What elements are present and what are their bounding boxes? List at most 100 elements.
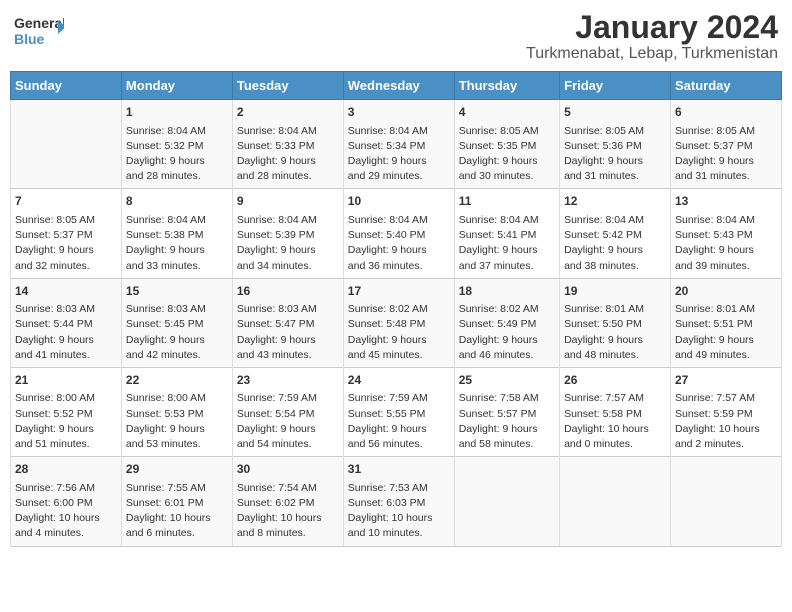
calendar-header: SundayMondayTuesdayWednesdayThursdayFrid…: [11, 72, 782, 100]
day-number: 16: [237, 283, 339, 300]
calendar-cell: 16 Sunrise: 8:03 AM Sunset: 5:47 PM Dayli…: [232, 278, 343, 367]
day-number: 30: [237, 461, 339, 478]
calendar-cell: 27Sunrise: 7:57 AM Sunset: 5:59 PM Dayli…: [671, 367, 782, 456]
day-info: Sunrise: 8:04 AM Sunset: 5:43 PM Dayligh…: [675, 213, 777, 274]
calendar-cell: 31 Sunrise: 7:53 AM Sunset: 6:03 PM Dayli…: [343, 457, 454, 546]
day-number: 29: [126, 461, 228, 478]
day-number: 31: [348, 461, 450, 478]
day-info: Sunrise: 8:05 AM Sunset: 5:37 PM Dayligh…: [675, 124, 777, 185]
calendar-cell: 6 Sunrise: 8:05 AM Sunset: 5:37 PM Daylig…: [671, 100, 782, 189]
day-number: 10: [348, 193, 450, 210]
calendar-week-2: 7Sunrise: 8:05 AM Sunset: 5:37 PM Daylig…: [11, 189, 782, 278]
header-saturday: Saturday: [671, 72, 782, 100]
calendar-cell: 10 Sunrise: 8:04 AM Sunset: 5:40 PM Dayli…: [343, 189, 454, 278]
calendar-cell: 22Sunrise: 8:00 AM Sunset: 5:53 PM Dayli…: [121, 367, 232, 456]
day-number: 15: [126, 283, 228, 300]
day-number: 14: [15, 283, 117, 300]
day-number: 9: [237, 193, 339, 210]
header-monday: Monday: [121, 72, 232, 100]
header-tuesday: Tuesday: [232, 72, 343, 100]
page-title: January 2024: [526, 10, 778, 45]
svg-text:General: General: [14, 15, 64, 31]
day-number: 2: [237, 104, 339, 121]
day-info: Sunrise: 8:03 AM Sunset: 5:47 PM Dayligh…: [237, 302, 339, 363]
day-info: Sunrise: 8:04 AM Sunset: 5:32 PM Dayligh…: [126, 124, 228, 185]
day-info: Sunrise: 8:05 AM Sunset: 5:35 PM Dayligh…: [459, 124, 555, 185]
day-info: Sunrise: 7:59 AM Sunset: 5:54 PM Dayligh…: [237, 391, 339, 452]
calendar-cell: [11, 100, 122, 189]
calendar-cell: [671, 457, 782, 546]
calendar-week-4: 21Sunrise: 8:00 AM Sunset: 5:52 PM Dayli…: [11, 367, 782, 456]
day-number: 18: [459, 283, 555, 300]
calendar-cell: 12 Sunrise: 8:04 AM Sunset: 5:42 PM Dayli…: [560, 189, 671, 278]
day-number: 6: [675, 104, 777, 121]
calendar-cell: 19Sunrise: 8:01 AM Sunset: 5:50 PM Dayli…: [560, 278, 671, 367]
day-info: Sunrise: 8:03 AM Sunset: 5:45 PM Dayligh…: [126, 302, 228, 363]
logo: General Blue: [14, 10, 64, 54]
calendar-cell: 25 Sunrise: 7:58 AM Sunset: 5:57 PM Dayli…: [454, 367, 559, 456]
day-number: 20: [675, 283, 777, 300]
calendar-cell: 11 Sunrise: 8:04 AM Sunset: 5:41 PM Dayli…: [454, 189, 559, 278]
day-info: Sunrise: 7:56 AM Sunset: 6:00 PM Dayligh…: [15, 481, 117, 542]
day-number: 8: [126, 193, 228, 210]
title-block: January 2024 Turkmenabat, Lebap, Turkmen…: [526, 10, 778, 63]
day-info: Sunrise: 8:04 AM Sunset: 5:34 PM Dayligh…: [348, 124, 450, 185]
day-number: 12: [564, 193, 666, 210]
calendar-cell: 13 Sunrise: 8:04 AM Sunset: 5:43 PM Dayli…: [671, 189, 782, 278]
day-info: Sunrise: 7:55 AM Sunset: 6:01 PM Dayligh…: [126, 481, 228, 542]
calendar-cell: [454, 457, 559, 546]
calendar-cell: 14 Sunrise: 8:03 AM Sunset: 5:44 PM Dayli…: [11, 278, 122, 367]
calendar-cell: 30Sunrise: 7:54 AM Sunset: 6:02 PM Dayli…: [232, 457, 343, 546]
day-number: 4: [459, 104, 555, 121]
day-number: 19: [564, 283, 666, 300]
day-number: 11: [459, 193, 555, 210]
svg-text:Blue: Blue: [14, 31, 45, 47]
day-info: Sunrise: 8:02 AM Sunset: 5:48 PM Dayligh…: [348, 302, 450, 363]
day-info: Sunrise: 8:00 AM Sunset: 5:53 PM Dayligh…: [126, 391, 228, 452]
day-number: 23: [237, 372, 339, 389]
calendar-cell: 9 Sunrise: 8:04 AM Sunset: 5:39 PM Daylig…: [232, 189, 343, 278]
calendar-cell: 17 Sunrise: 8:02 AM Sunset: 5:48 PM Dayli…: [343, 278, 454, 367]
logo-svg: General Blue: [14, 10, 64, 54]
day-number: 17: [348, 283, 450, 300]
calendar-week-5: 28Sunrise: 7:56 AM Sunset: 6:00 PM Dayli…: [11, 457, 782, 546]
day-info: Sunrise: 8:02 AM Sunset: 5:49 PM Dayligh…: [459, 302, 555, 363]
calendar-cell: 26Sunrise: 7:57 AM Sunset: 5:58 PM Dayli…: [560, 367, 671, 456]
calendar-cell: 23 Sunrise: 7:59 AM Sunset: 5:54 PM Dayli…: [232, 367, 343, 456]
day-info: Sunrise: 8:04 AM Sunset: 5:42 PM Dayligh…: [564, 213, 666, 274]
day-info: Sunrise: 8:04 AM Sunset: 5:41 PM Dayligh…: [459, 213, 555, 274]
day-info: Sunrise: 7:58 AM Sunset: 5:57 PM Dayligh…: [459, 391, 555, 452]
calendar-cell: 8 Sunrise: 8:04 AM Sunset: 5:38 PM Daylig…: [121, 189, 232, 278]
calendar-cell: 24 Sunrise: 7:59 AM Sunset: 5:55 PM Dayli…: [343, 367, 454, 456]
calendar-week-3: 14 Sunrise: 8:03 AM Sunset: 5:44 PM Dayli…: [11, 278, 782, 367]
calendar-cell: 4 Sunrise: 8:05 AM Sunset: 5:35 PM Daylig…: [454, 100, 559, 189]
calendar-cell: 28Sunrise: 7:56 AM Sunset: 6:00 PM Dayli…: [11, 457, 122, 546]
calendar-cell: 2 Sunrise: 8:04 AM Sunset: 5:33 PM Daylig…: [232, 100, 343, 189]
day-info: Sunrise: 8:04 AM Sunset: 5:38 PM Dayligh…: [126, 213, 228, 274]
day-number: 21: [15, 372, 117, 389]
page-header: General Blue January 2024 Turkmenabat, L…: [10, 10, 782, 63]
calendar-cell: 29 Sunrise: 7:55 AM Sunset: 6:01 PM Dayli…: [121, 457, 232, 546]
day-info: Sunrise: 7:53 AM Sunset: 6:03 PM Dayligh…: [348, 481, 450, 542]
day-info: Sunrise: 7:59 AM Sunset: 5:55 PM Dayligh…: [348, 391, 450, 452]
day-info: Sunrise: 7:57 AM Sunset: 5:59 PM Dayligh…: [675, 391, 777, 452]
day-info: Sunrise: 8:05 AM Sunset: 5:37 PM Dayligh…: [15, 213, 117, 274]
calendar-cell: 15 Sunrise: 8:03 AM Sunset: 5:45 PM Dayli…: [121, 278, 232, 367]
header-wednesday: Wednesday: [343, 72, 454, 100]
day-number: 26: [564, 372, 666, 389]
day-number: 13: [675, 193, 777, 210]
day-info: Sunrise: 8:03 AM Sunset: 5:44 PM Dayligh…: [15, 302, 117, 363]
day-info: Sunrise: 8:04 AM Sunset: 5:39 PM Dayligh…: [237, 213, 339, 274]
day-info: Sunrise: 8:04 AM Sunset: 5:33 PM Dayligh…: [237, 124, 339, 185]
calendar-cell: 20Sunrise: 8:01 AM Sunset: 5:51 PM Dayli…: [671, 278, 782, 367]
day-info: Sunrise: 8:04 AM Sunset: 5:40 PM Dayligh…: [348, 213, 450, 274]
header-sunday: Sunday: [11, 72, 122, 100]
day-number: 24: [348, 372, 450, 389]
calendar-cell: 7Sunrise: 8:05 AM Sunset: 5:37 PM Daylig…: [11, 189, 122, 278]
day-number: 25: [459, 372, 555, 389]
day-info: Sunrise: 8:05 AM Sunset: 5:36 PM Dayligh…: [564, 124, 666, 185]
calendar-cell: 3Sunrise: 8:04 AM Sunset: 5:34 PM Daylig…: [343, 100, 454, 189]
day-number: 5: [564, 104, 666, 121]
calendar-table: SundayMondayTuesdayWednesdayThursdayFrid…: [10, 71, 782, 546]
header-thursday: Thursday: [454, 72, 559, 100]
